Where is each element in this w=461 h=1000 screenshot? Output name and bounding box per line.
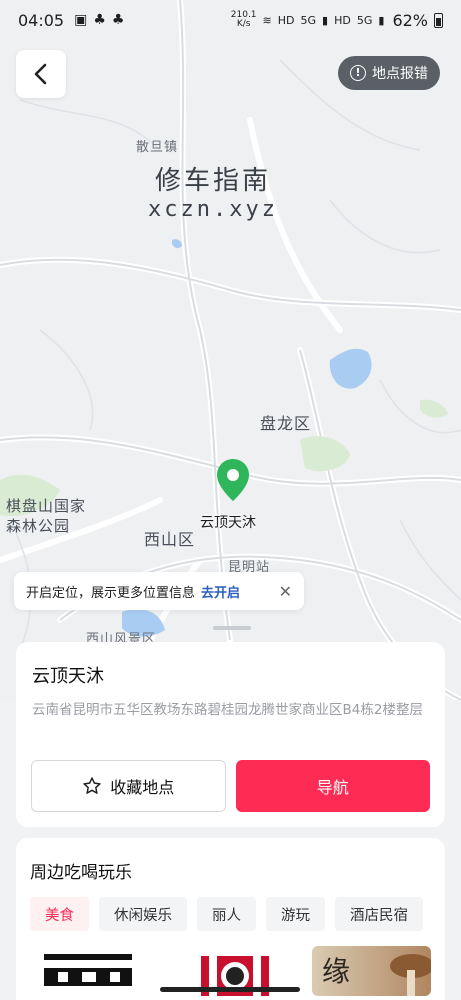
hd-badge-1: HD	[277, 13, 295, 27]
watermark: 修车指南 xczn.xyz	[148, 160, 278, 222]
place-card: 云顶天沐 云南省昆明市五华区教场东路碧桂园龙腾世家商业区B4栋2楼整层 收藏地点…	[16, 642, 445, 827]
drag-handle[interactable]	[213, 626, 251, 630]
hd-badge-2: HD	[334, 13, 351, 27]
back-button[interactable]	[16, 50, 66, 98]
enable-location-link[interactable]: 去开启	[201, 582, 240, 601]
status-left-icons: ▣ ♣ ♣	[74, 12, 124, 28]
watermark-cn: 修车指南	[154, 166, 271, 196]
map-label-qipan-2: 森林公园	[6, 517, 71, 535]
sig-label-2: 5G	[356, 13, 373, 27]
pin-label: 云顶天沐	[200, 515, 256, 531]
watermark-en: xczn.xyz	[148, 197, 278, 222]
status-time: 04:05	[18, 10, 65, 30]
chip-beauty[interactable]: 丽人	[197, 897, 256, 931]
mushroom-image	[390, 954, 431, 996]
chip-leisure[interactable]: 休闲娱乐	[99, 897, 187, 931]
chevron-left-icon	[34, 63, 47, 85]
map-label-qipan-1: 棋盘山国家	[6, 497, 87, 515]
place-address: 云南省昆明市五华区教场东路碧桂园龙腾世家商业区B4栋2楼整层	[32, 702, 423, 718]
nearby-section: 周边吃喝玩乐 美食 休闲娱乐 丽人 游玩 酒店民宿 缘	[16, 838, 445, 1000]
chip-hotel[interactable]: 酒店民宿	[335, 897, 423, 931]
map-label-sandan: 散旦镇	[136, 140, 179, 155]
signal-icon-1: ▮	[322, 13, 329, 27]
map-label-xishan: 西山区	[144, 530, 196, 549]
star-icon	[83, 777, 101, 794]
home-indicator[interactable]	[160, 987, 300, 992]
category-chips: 美食 休闲娱乐 丽人 游玩 酒店民宿	[30, 897, 431, 931]
place-actions: 收藏地点 导航	[31, 760, 430, 812]
location-tip-text: 开启定位，展示更多位置信息	[26, 585, 196, 601]
sig-label-1: 5G	[300, 13, 317, 27]
navigate-button[interactable]: 导航	[235, 760, 430, 812]
net-speed-unit: K/s	[236, 19, 251, 29]
favorite-label: 收藏地点	[110, 778, 175, 797]
place-name: 云顶天沐	[32, 666, 104, 687]
map-label-panlong: 盘龙区	[260, 414, 312, 433]
location-pin-icon[interactable]	[216, 458, 250, 502]
restaurant-logo-image	[44, 954, 132, 986]
wifi-icon: ≋	[262, 13, 272, 27]
app-icon: ♣	[93, 12, 106, 28]
report-location-error-button[interactable]: ! 地点报错	[338, 56, 440, 90]
net-speed: 210.1 K/s	[231, 11, 257, 29]
nearby-title: 周边吃喝玩乐	[30, 863, 132, 883]
navigate-label: 导航	[316, 778, 349, 797]
battery-text: 62%	[392, 10, 428, 30]
favorite-button[interactable]: 收藏地点	[31, 760, 226, 812]
signal-icon-2: ▮	[378, 13, 385, 27]
nearby-thumb-3[interactable]: 缘	[312, 946, 431, 996]
gallery-icon: ▣	[74, 12, 88, 28]
close-icon[interactable]: ✕	[279, 582, 292, 601]
report-label: 地点报错	[372, 66, 428, 82]
location-tip: 开启定位，展示更多位置信息 去开启 ✕	[14, 572, 304, 610]
chip-food[interactable]: 美食	[30, 897, 89, 931]
alert-icon: !	[350, 65, 366, 81]
status-right: 210.1 K/s ≋ HD 5G ▮ HD 5G ▮ 62%	[231, 11, 443, 30]
app-icon-2: ♣	[111, 12, 125, 28]
chip-play[interactable]: 游玩	[266, 897, 325, 931]
nearby-thumb-1[interactable]	[30, 946, 149, 996]
battery-icon	[434, 12, 443, 28]
status-bar: 04:05 ▣ ♣ ♣ 210.1 K/s ≋ HD 5G ▮ HD 5G ▮ …	[0, 0, 461, 40]
